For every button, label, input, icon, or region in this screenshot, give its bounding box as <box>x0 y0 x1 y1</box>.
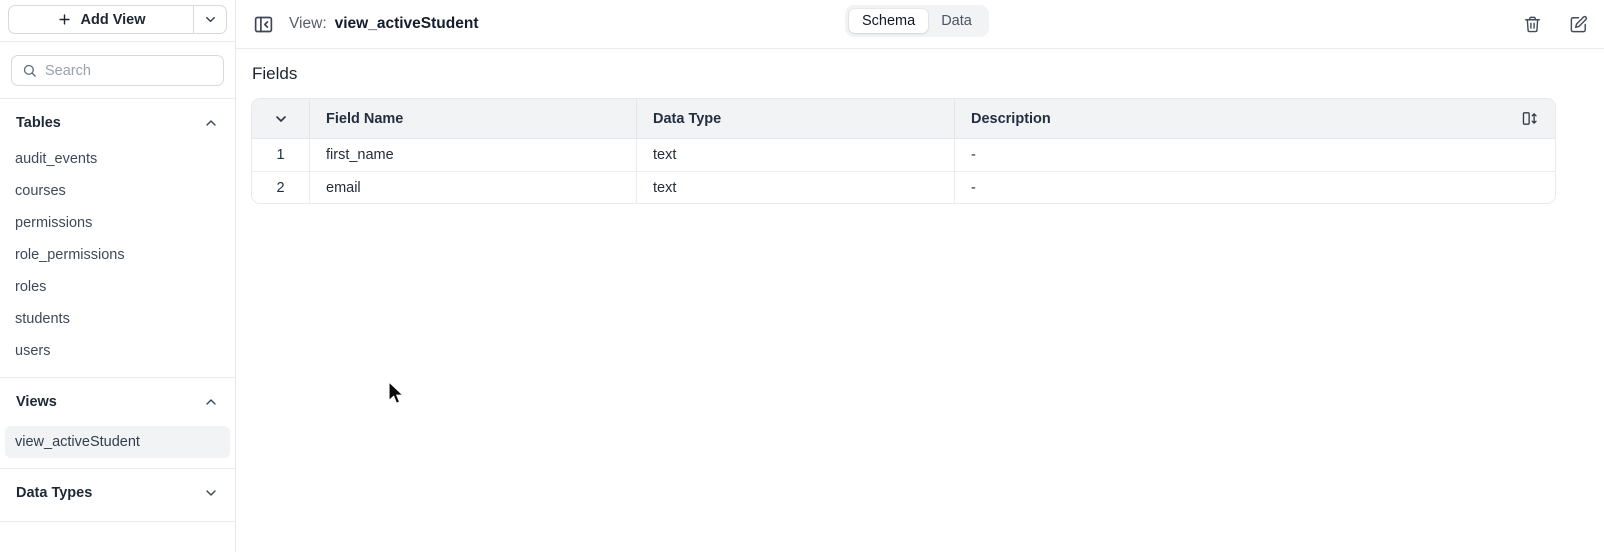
chevron-down-icon <box>273 111 289 127</box>
trash-icon <box>1523 15 1542 34</box>
topbar-actions <box>1523 15 1590 34</box>
sidebar-top: Add View <box>0 0 235 42</box>
views-section-title: Views <box>16 394 57 410</box>
sidebar-item-students[interactable]: students <box>0 303 235 335</box>
views-section-header[interactable]: Views <box>0 378 235 416</box>
row-height-icon[interactable] <box>1521 110 1538 127</box>
main-panel: View: view_activeStudent Schema Data Fie… <box>236 0 1604 552</box>
add-view-label: Add View <box>81 12 146 28</box>
fields-table: Field Name Data Type Description 1 first… <box>251 98 1556 204</box>
collapse-sidebar-button[interactable] <box>253 14 274 35</box>
tables-section-title: Tables <box>16 115 61 131</box>
tables-list: audit_events courses permissions role_pe… <box>0 137 235 367</box>
row-number: 2 <box>252 172 309 203</box>
cell-field-name: email <box>309 172 636 203</box>
plus-icon <box>57 12 72 27</box>
column-header-data-type: Data Type <box>636 99 954 138</box>
tables-section-header[interactable]: Tables <box>0 99 235 137</box>
delete-view-button[interactable] <box>1523 15 1542 34</box>
schema-content: Fields Field Name Data Type Description <box>236 49 1604 204</box>
table-row[interactable]: 1 first_name text - <box>252 139 1555 171</box>
view-name: view_activeStudent <box>335 15 479 33</box>
fields-table-header: Field Name Data Type Description <box>252 99 1555 139</box>
edit-view-button[interactable] <box>1569 15 1588 34</box>
sidebar-section-views: Views view_activeStudent <box>0 378 235 469</box>
sidebar-item-users[interactable]: users <box>0 335 235 367</box>
sidebar-item-view-activestudent[interactable]: view_activeStudent <box>5 426 230 458</box>
views-list: view_activeStudent <box>0 416 235 458</box>
view-topbar: View: view_activeStudent Schema Data <box>236 0 1604 49</box>
search-input[interactable] <box>45 63 213 79</box>
data-types-section-header[interactable]: Data Types <box>0 469 235 507</box>
cell-data-type: text <box>636 172 954 203</box>
sidebar-item-audit-events[interactable]: audit_events <box>0 143 235 175</box>
view-label: View: <box>289 15 327 33</box>
search-box[interactable] <box>11 55 224 86</box>
table-row[interactable]: 2 email text - <box>252 171 1555 203</box>
tab-schema[interactable]: Schema <box>849 9 928 33</box>
sidebar-search <box>0 42 235 99</box>
add-view-split-button: Add View <box>8 5 227 34</box>
chevron-down-icon <box>203 12 218 27</box>
cell-data-type: text <box>636 139 954 171</box>
chevron-up-icon <box>203 394 219 410</box>
fields-section-title: Fields <box>252 64 1556 84</box>
select-all-cell[interactable] <box>252 99 309 138</box>
cell-description: - <box>954 139 1555 171</box>
column-header-field-name: Field Name <box>309 99 636 138</box>
sidebar-item-roles[interactable]: roles <box>0 271 235 303</box>
panel-left-close-icon <box>253 14 274 35</box>
sidebar: Add View Tables audit_events cou <box>0 0 236 552</box>
sidebar-item-courses[interactable]: courses <box>0 175 235 207</box>
chevron-up-icon <box>203 115 219 131</box>
column-header-description: Description <box>954 99 1555 138</box>
edit-icon <box>1569 15 1588 34</box>
sidebar-section-data-types: Data Types <box>0 469 235 522</box>
column-header-description-label: Description <box>971 111 1051 127</box>
data-types-section-title: Data Types <box>16 485 92 501</box>
sidebar-section-tables: Tables audit_events courses permissions … <box>0 99 235 378</box>
tab-data[interactable]: Data <box>928 9 985 33</box>
search-icon <box>22 63 37 78</box>
row-number: 1 <box>252 139 309 171</box>
add-view-dropdown-button[interactable] <box>193 6 226 33</box>
cell-field-name: first_name <box>309 139 636 171</box>
chevron-down-icon <box>203 485 219 501</box>
add-view-button[interactable]: Add View <box>9 6 193 33</box>
schema-data-toggle: Schema Data <box>845 5 989 37</box>
fields-table-body: 1 first_name text - 2 email text - <box>252 139 1555 203</box>
cell-description: - <box>954 172 1555 203</box>
sidebar-item-permissions[interactable]: permissions <box>0 207 235 239</box>
sidebar-item-role-permissions[interactable]: role_permissions <box>0 239 235 271</box>
